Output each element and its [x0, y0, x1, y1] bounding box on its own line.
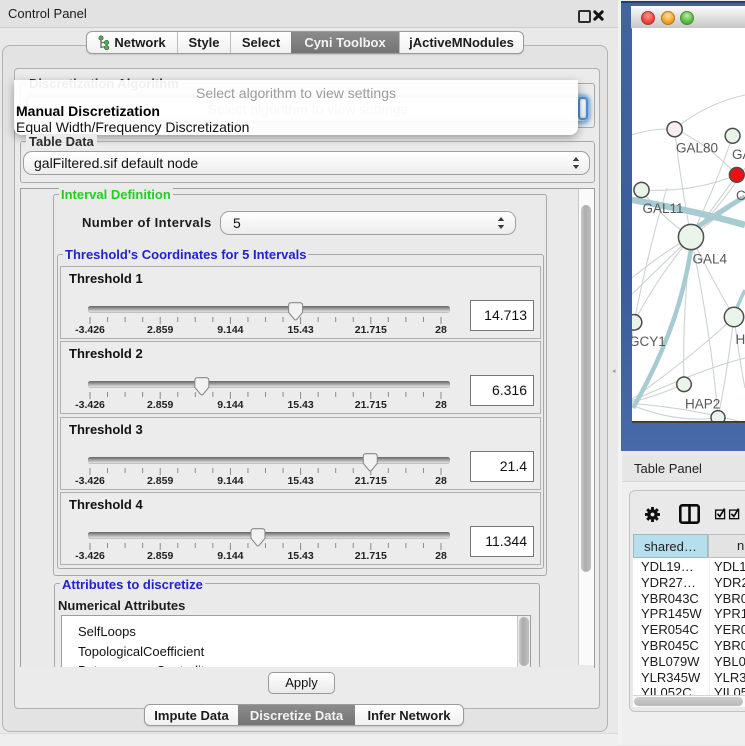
svg-text:GAL4: GAL4	[693, 252, 728, 267]
svg-text:GA: GA	[732, 147, 745, 162]
svg-text:H: H	[736, 332, 745, 347]
svg-text:C: C	[736, 188, 745, 203]
svg-text:GAL80: GAL80	[676, 141, 718, 156]
svg-text:GCY1: GCY1	[632, 334, 666, 349]
svg-text:GAL11: GAL11	[643, 201, 684, 216]
svg-text:HAP2: HAP2	[685, 397, 720, 412]
